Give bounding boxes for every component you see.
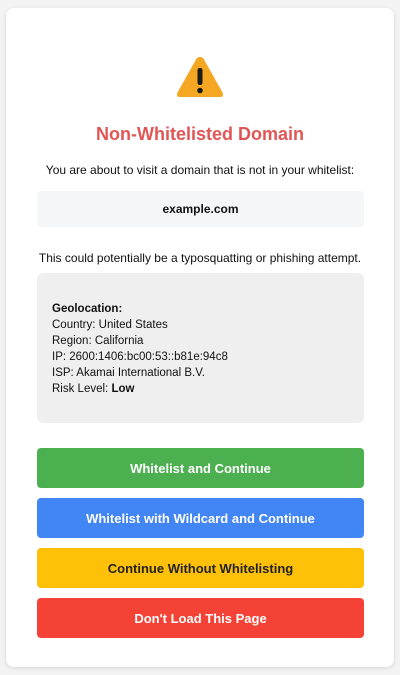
geo-isp-value: Akamai International B.V.	[76, 367, 206, 379]
geolocation-heading: Geolocation:	[52, 303, 123, 315]
geo-ip-value: 2600:1406:bc00:53::b81e:94c8	[69, 351, 228, 363]
whitelist-and-continue-button[interactable]: Whitelist and Continue	[37, 448, 364, 488]
phishing-warning-text: This could potentially be a typosquattin…	[38, 251, 362, 265]
geo-country: Country: United States	[52, 317, 349, 333]
intro-text: You are about to visit a domain that is …	[45, 163, 355, 177]
warning-dialog: Non-Whitelisted Domain You are about to …	[6, 8, 394, 667]
domain-name: example.com	[162, 202, 239, 216]
geo-region: Region: California	[52, 333, 349, 349]
warning-triangle-icon	[176, 57, 224, 97]
geo-country-label: Country:	[52, 319, 96, 331]
dont-load-page-button[interactable]: Don't Load This Page	[37, 598, 364, 638]
geo-country-value: United States	[98, 319, 168, 331]
geo-risk: Risk Level: Low	[52, 381, 349, 397]
geo-isp: ISP: Akamai International B.V.	[52, 365, 349, 381]
geo-region-value: California	[94, 335, 144, 347]
geo-risk-label: Risk Level:	[52, 383, 109, 395]
continue-without-whitelisting-button[interactable]: Continue Without Whitelisting	[37, 548, 364, 588]
whitelist-wildcard-and-continue-button[interactable]: Whitelist with Wildcard and Continue	[37, 498, 364, 538]
geolocation-panel: Geolocation: Country: United States Regi…	[37, 273, 364, 423]
geo-ip-label: IP:	[52, 351, 67, 363]
geo-ip: IP: 2600:1406:bc00:53::b81e:94c8	[52, 349, 349, 365]
risk-level-value: Low	[111, 383, 135, 395]
geo-isp-label: ISP:	[52, 367, 74, 379]
geo-region-label: Region:	[52, 335, 92, 347]
domain-display: example.com	[37, 191, 364, 227]
dialog-title: Non-Whitelisted Domain	[96, 124, 304, 144]
